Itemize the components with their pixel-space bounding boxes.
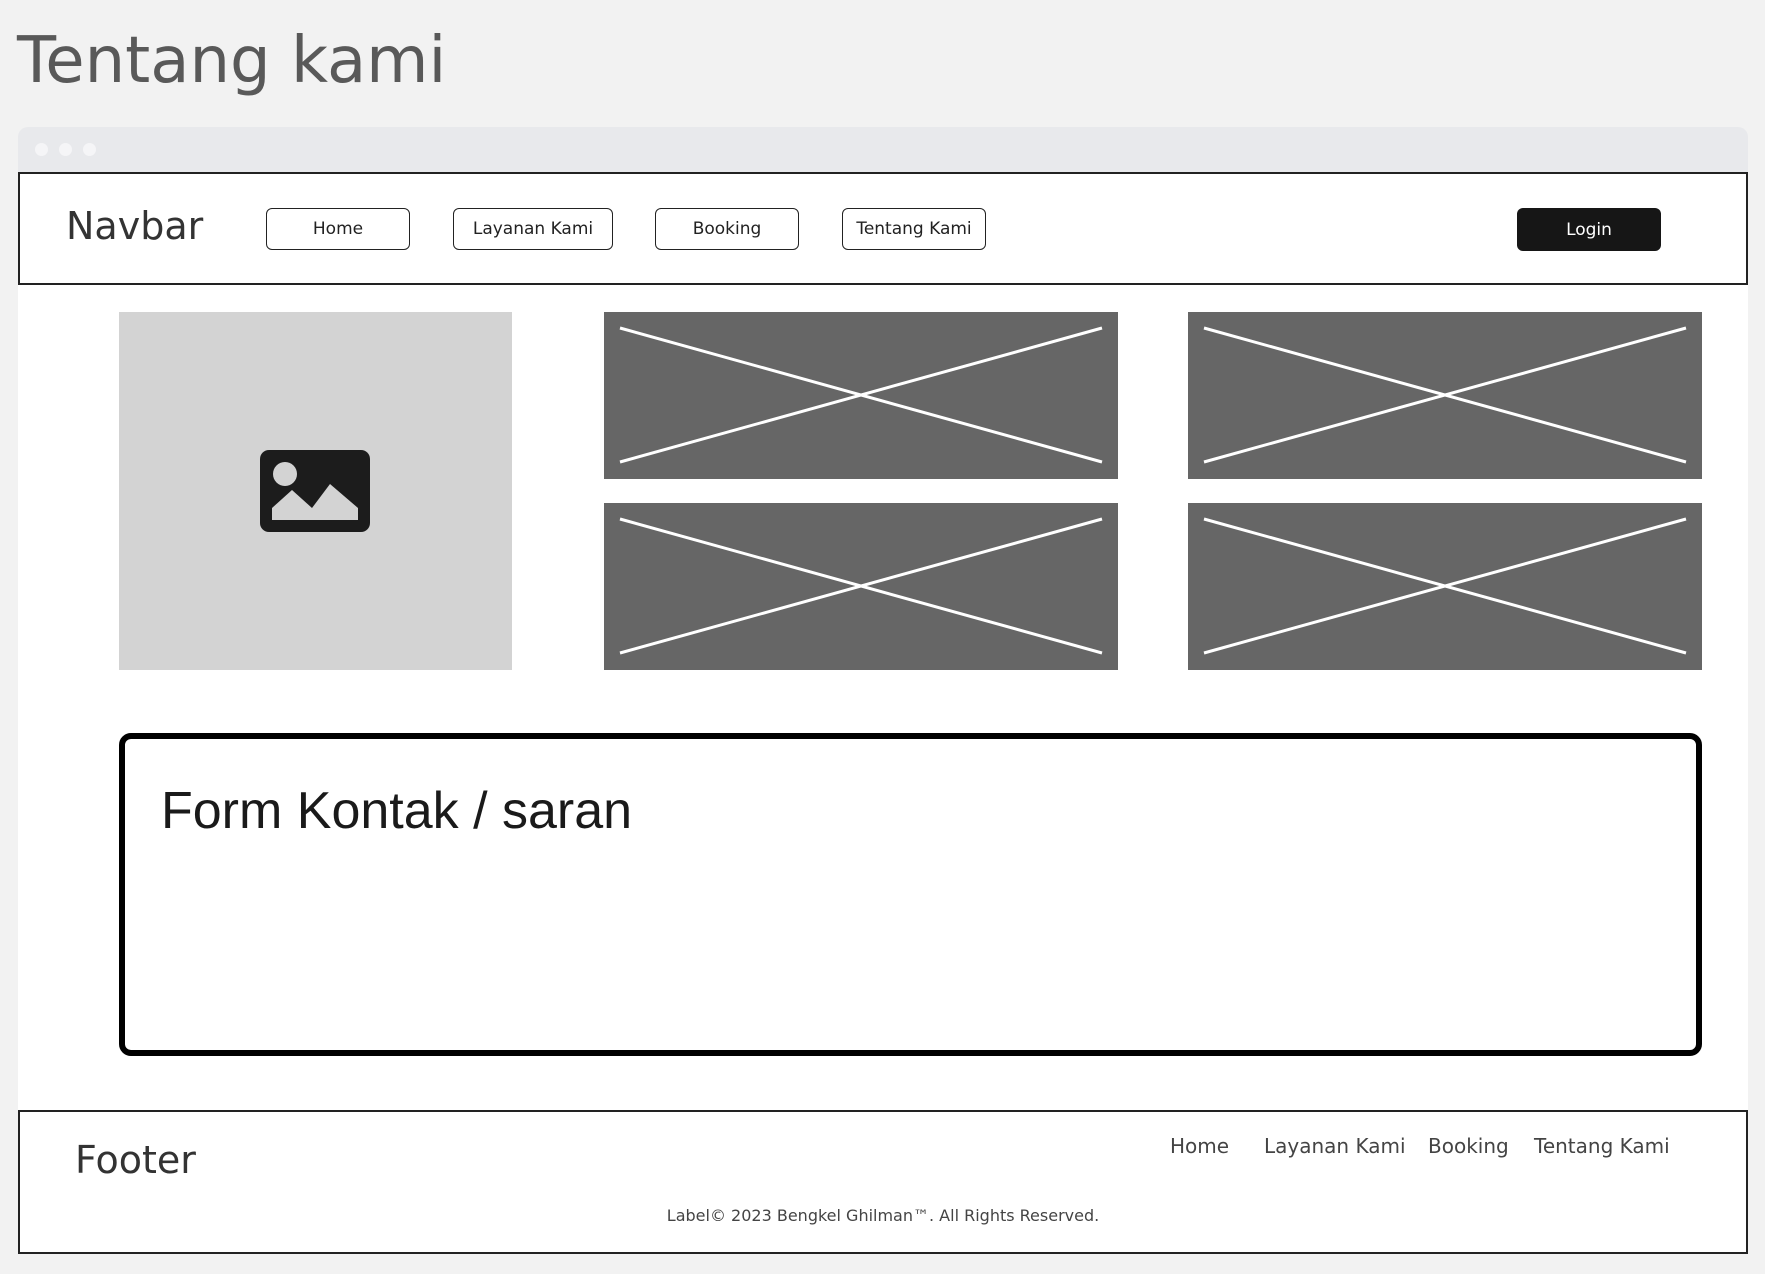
nav-tentang-kami-button[interactable]: Tentang Kami [842,208,986,250]
image-icon [260,450,370,532]
nav-home-button[interactable]: Home [266,208,410,250]
image-placeholder [604,312,1118,479]
window-dot [35,143,48,156]
browser-title-bar [18,127,1748,172]
navbar-brand: Navbar [66,204,204,248]
footer-link-booking[interactable]: Booking [1428,1134,1509,1158]
contact-form-title: Form Kontak / saran [161,782,633,840]
footer-copyright: Label© 2023 Bengkel Ghilman™. All Rights… [666,1206,1100,1225]
contact-form-box[interactable]: Form Kontak / saran [119,733,1702,1056]
hero-image-placeholder [119,312,512,670]
footer-link-home[interactable]: Home [1170,1134,1229,1158]
footer: Footer Home Layanan Kami Booking Tentang… [18,1110,1748,1254]
window-dot [83,143,96,156]
footer-link-tentang-kami[interactable]: Tentang Kami [1534,1134,1670,1158]
nav-booking-button[interactable]: Booking [655,208,799,250]
footer-brand: Footer [75,1138,196,1182]
image-placeholder [1188,503,1702,670]
nav-layanan-kami-button[interactable]: Layanan Kami [453,208,613,250]
navbar: Navbar Home Layanan Kami Booking Tentang… [18,172,1748,285]
image-placeholder [1188,312,1702,479]
login-button[interactable]: Login [1517,208,1661,251]
image-placeholder [604,503,1118,670]
window-dot [59,143,72,156]
footer-link-layanan-kami[interactable]: Layanan Kami [1264,1134,1406,1158]
page-title: Tentang kami [17,24,447,98]
